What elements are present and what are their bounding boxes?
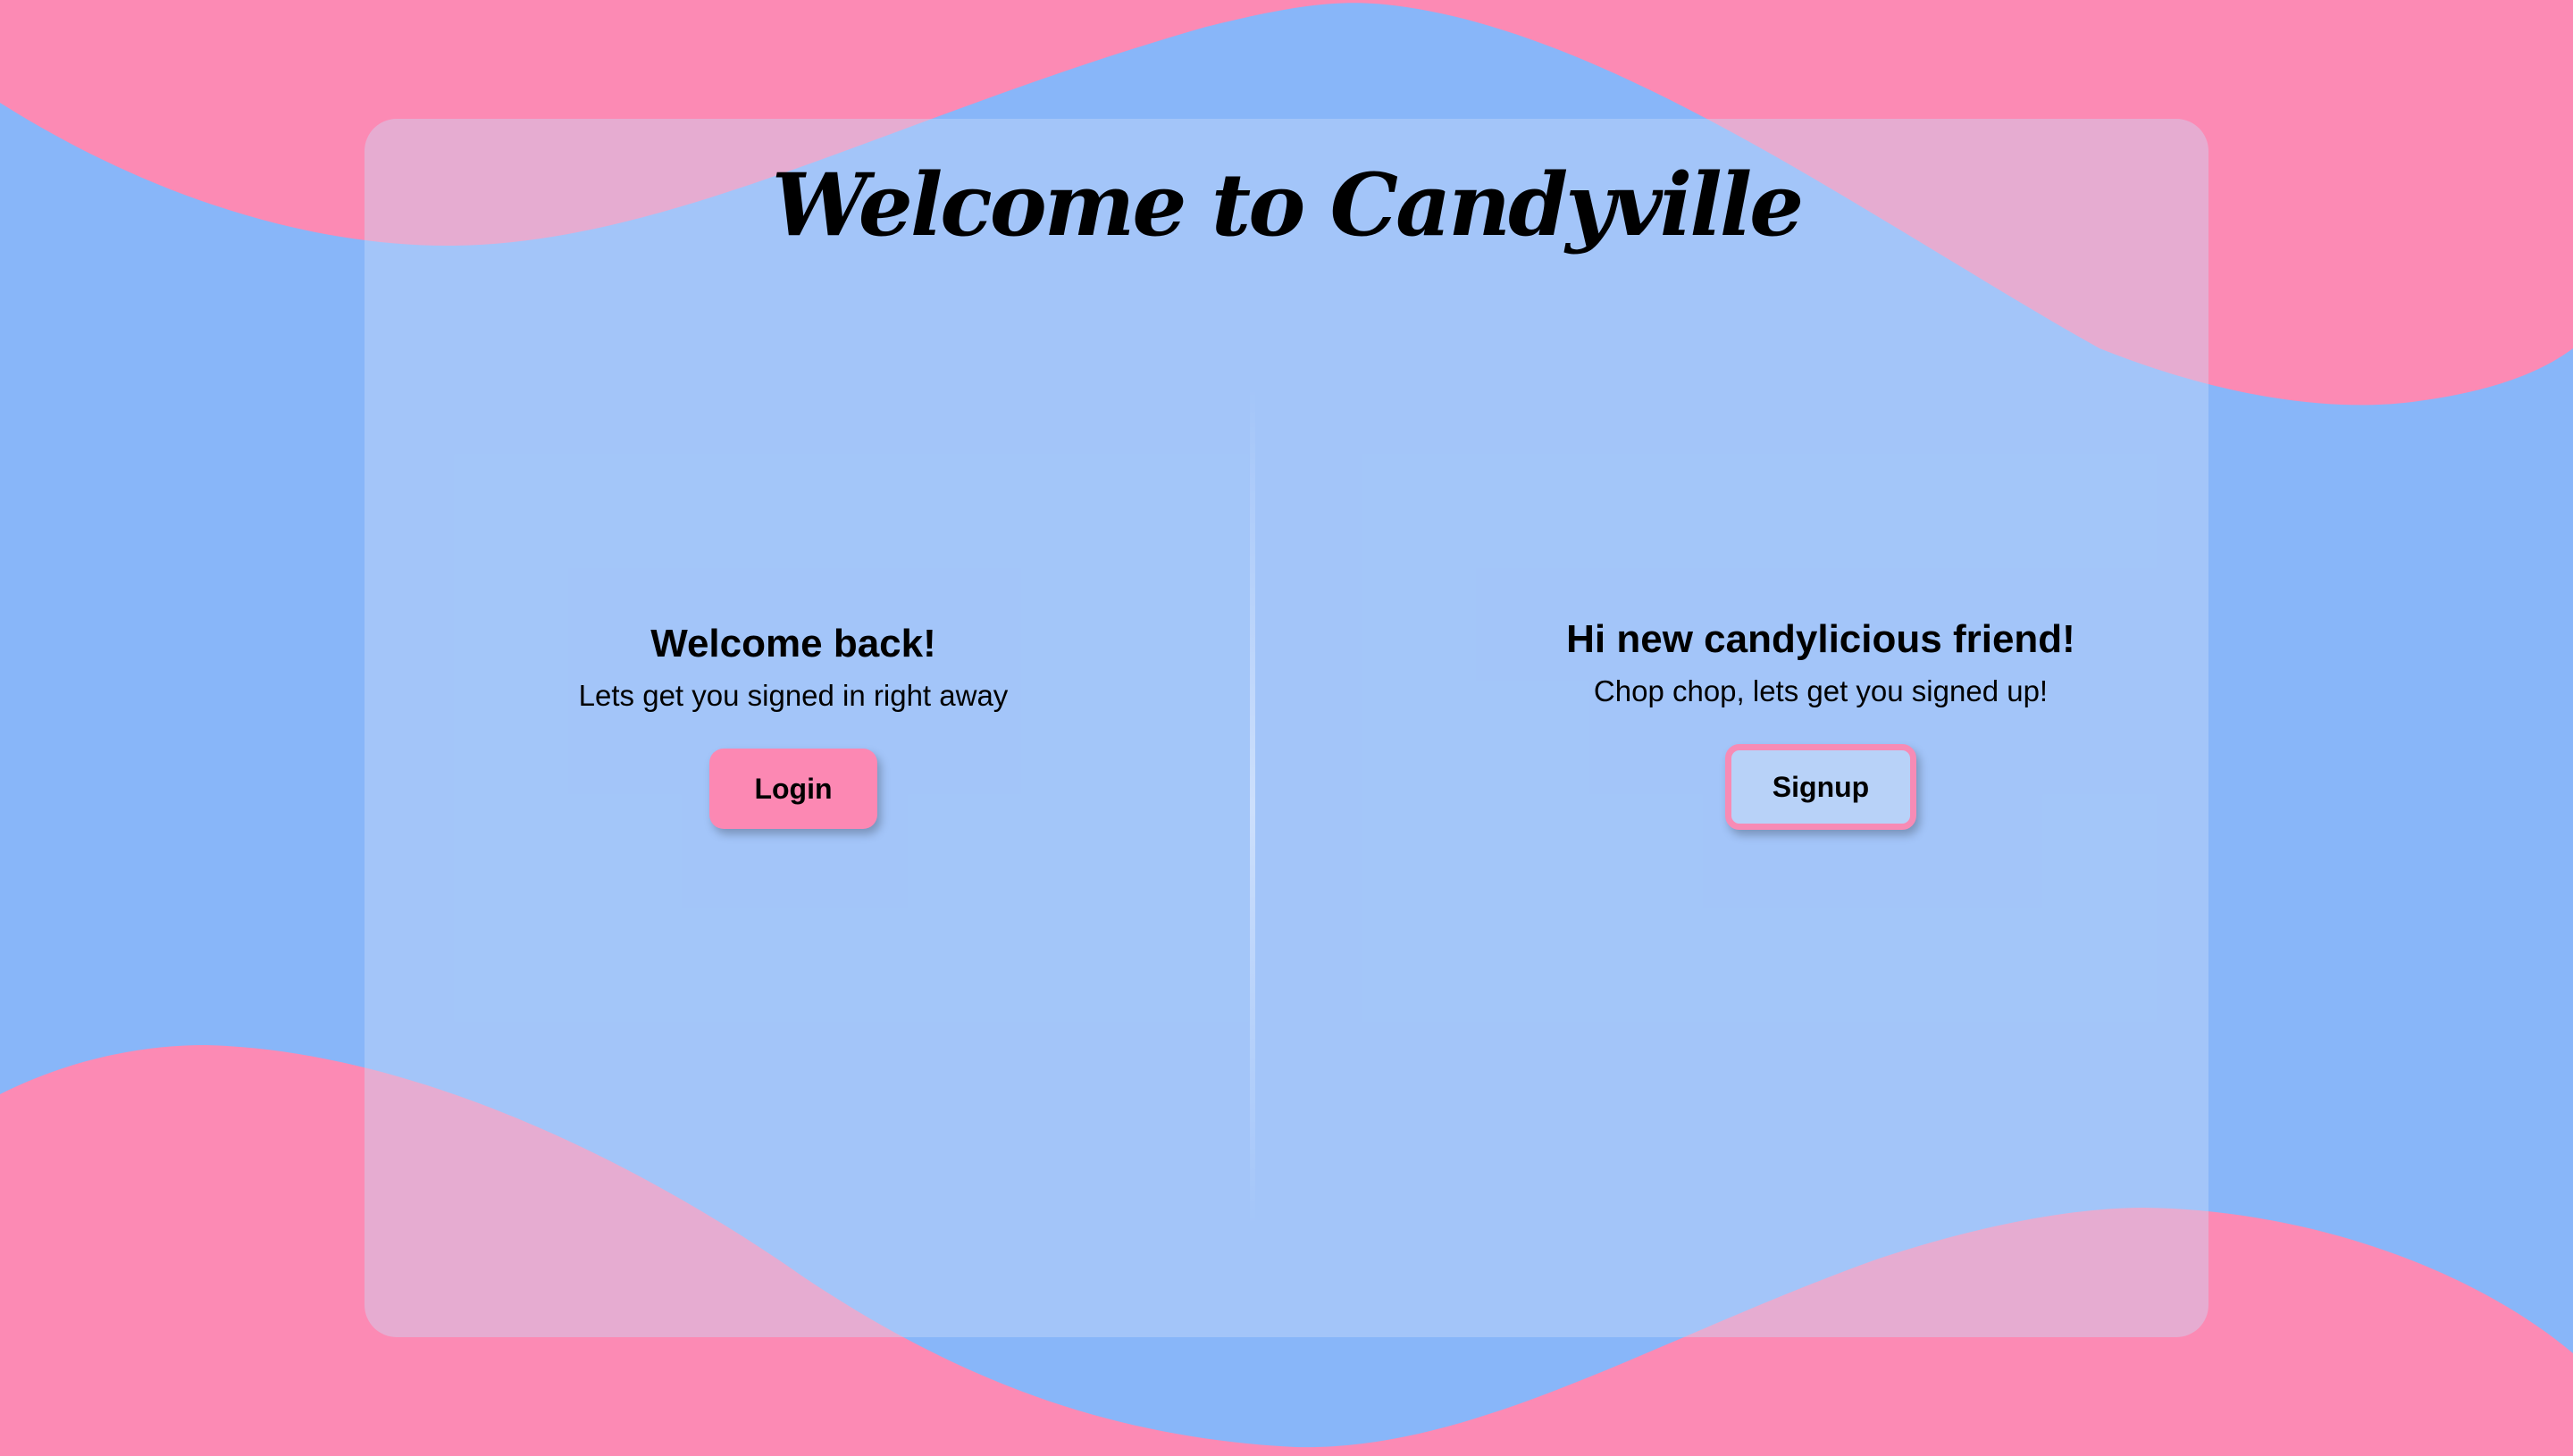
login-subtext: Lets get you signed in right away xyxy=(578,679,1009,712)
login-panel: Welcome back! Lets get you signed in rig… xyxy=(391,619,1195,830)
login-heading: Welcome back! xyxy=(650,622,936,665)
signup-panel: Hi new candylicious friend! Chop chop, l… xyxy=(1419,615,2223,831)
signup-subtext: Chop chop, lets get you signed up! xyxy=(1593,674,2049,707)
welcome-card: Welcome to Candyville Welcome back! Lets… xyxy=(365,119,2208,1337)
signup-button[interactable]: Signup xyxy=(1725,744,1916,831)
page-title: Welcome to Candyville xyxy=(771,155,1804,255)
signup-heading: Hi new candylicious friend! xyxy=(1566,617,2075,661)
login-button[interactable]: Login xyxy=(709,749,877,830)
panel-divider xyxy=(1250,387,1255,1226)
